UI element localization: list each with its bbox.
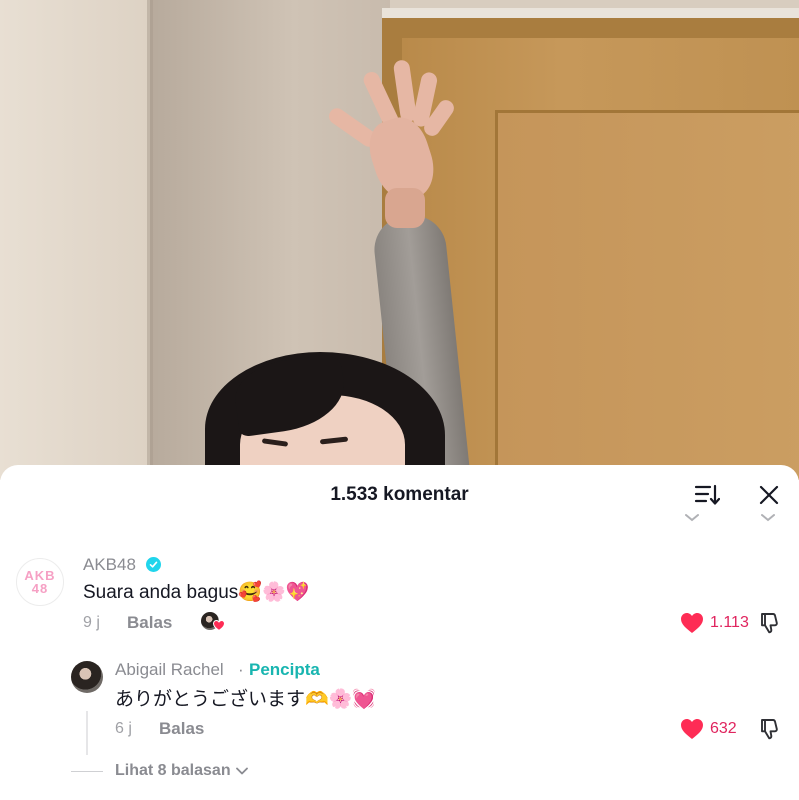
avatar-logo-text: AKB 48 — [24, 568, 56, 596]
comment-time: 9 j — [83, 614, 100, 631]
comments-sheet: 1.533 komentar AKB 48 AKB48 Suara anda b… — [0, 465, 799, 800]
like-count: 632 — [710, 720, 737, 737]
name-separator: · — [238, 660, 244, 679]
reply-avatar[interactable] — [71, 661, 103, 693]
reply-time: 6 j — [115, 720, 132, 737]
like-count: 1.113 — [710, 614, 749, 631]
more-replies-divider — [71, 771, 103, 772]
creator-tag: Pencipta — [249, 660, 320, 679]
heart-filled-icon — [681, 613, 703, 633]
heart-filled-icon — [681, 719, 703, 739]
view-more-replies-label: Lihat 8 balasan — [115, 762, 231, 779]
door-top-trim — [382, 8, 799, 18]
reply-button[interactable]: Balas — [159, 719, 204, 739]
waving-hand — [325, 59, 458, 230]
verified-badge-icon — [146, 557, 161, 572]
heart-icon — [213, 620, 225, 631]
scroll-hint-icon — [761, 514, 775, 522]
avatar[interactable]: AKB 48 — [16, 558, 64, 606]
comment-username[interactable]: AKB48 — [83, 555, 136, 575]
view-more-replies-button[interactable]: Lihat 8 balasan — [115, 762, 248, 780]
comment-text: Suara anda bagus🥰🌸💖 — [83, 581, 310, 603]
chevron-down-icon — [235, 767, 248, 775]
reply-text: ありがとうございます🫶🌸💓 — [115, 688, 376, 710]
creator-liked-badge — [200, 609, 226, 633]
sort-icon[interactable] — [693, 481, 721, 509]
scroll-hint-icon — [685, 514, 699, 522]
thread-line — [86, 711, 88, 755]
comments-count-title: 1.533 komentar — [330, 484, 469, 505]
comments-header: 1.533 komentar — [0, 465, 799, 523]
video-player[interactable] — [0, 0, 799, 480]
wall — [0, 0, 150, 480]
reply-emojis: 🫶🌸💓 — [305, 688, 376, 710]
wall-edge — [147, 0, 153, 480]
like-button[interactable]: 1.113 — [680, 612, 749, 634]
like-button[interactable]: 632 — [680, 718, 737, 740]
close-icon[interactable] — [755, 481, 783, 509]
dislike-icon[interactable] — [758, 717, 782, 741]
reply-button[interactable]: Balas — [127, 613, 172, 633]
dislike-icon[interactable] — [758, 611, 782, 635]
door-panel — [495, 110, 799, 480]
reply-username[interactable]: Abigail Rachel — [115, 660, 224, 680]
comment-emojis: 🥰🌸💖 — [238, 581, 310, 603]
